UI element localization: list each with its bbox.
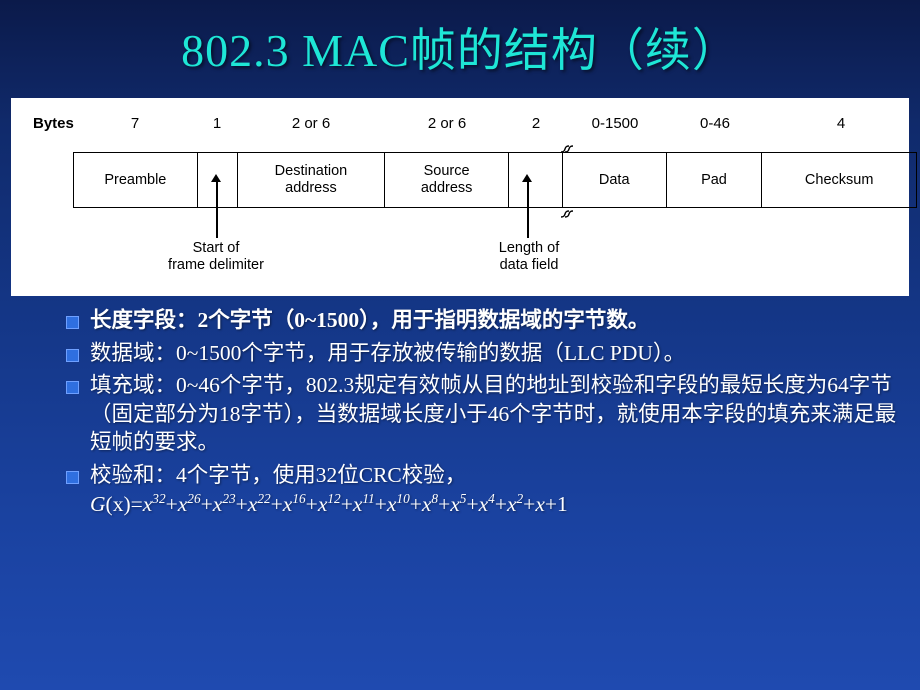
list-item: 校验和：4个字节，使用32位CRC校验， G(x)=x32+x26+x23+x2… — [52, 461, 908, 518]
byte-count-source: 2 or 6 — [427, 115, 467, 132]
callout-sfd-line1: Start of — [192, 240, 240, 256]
byte-count-sfd: 1 — [212, 115, 222, 132]
bullet-list: 长度字段：2个字节（0~1500），用于指明数据域的字节数。 数据域：0~150… — [52, 306, 908, 522]
field-data: Data — [563, 153, 667, 207]
bullet-marker-icon — [66, 316, 79, 329]
break-mark-top-icon — [560, 145, 574, 153]
length-callout-line — [527, 182, 529, 238]
byte-count-length: 2 — [531, 115, 541, 132]
byte-count-preamble: 7 — [130, 115, 140, 132]
field-pad-label: Pad — [701, 171, 727, 188]
field-destination-address: Destination address — [238, 153, 386, 207]
formula-lead: G — [90, 491, 106, 516]
formula-terms: x32+x26+x23+x22+x16+x12+x11+x10+x8+x5+x4… — [142, 490, 568, 516]
frame-structure-figure: Bytes 7 1 2 or 6 2 or 6 2 0-1500 0-46 4 … — [11, 98, 917, 296]
list-item-text: 数据域：0~1500个字节，用于存放被传输的数据（LLC PDU）。 — [90, 340, 686, 365]
field-source-line2: address — [420, 180, 473, 196]
field-data-label: Data — [598, 171, 630, 188]
callout-sfd-line2: frame delimiter — [168, 257, 264, 274]
callout-length-line1: Length of — [498, 240, 560, 256]
byte-count-checksum: 4 — [836, 115, 846, 132]
page-title: 802.3 MAC帧的结构（续） — [181, 25, 739, 76]
bytes-label: Bytes — [33, 115, 74, 132]
byte-count-destination: 2 or 6 — [291, 115, 331, 132]
list-item: 长度字段：2个字节（0~1500），用于指明数据域的字节数。 — [52, 306, 908, 335]
field-destination-line2: address — [285, 180, 337, 196]
field-source-line1: Source — [423, 163, 470, 180]
field-destination-line1: Destination — [274, 163, 348, 180]
field-pad: Pad — [667, 153, 763, 207]
frame-field-row: Preamble Destination address Source addr… — [73, 152, 917, 208]
bullet-marker-icon — [66, 470, 79, 484]
field-checksum-label: Checksum — [804, 171, 874, 188]
field-length — [509, 153, 563, 207]
callout-length-of-data-field: Length of data field — [454, 240, 604, 275]
list-item-text: 填充域：0~46个字节，802.3规定有效帧从目的地址到校验和字段的最短长度为6… — [90, 373, 897, 455]
list-item: 数据域：0~1500个字节，用于存放被传输的数据（LLC PDU）。 — [52, 339, 908, 368]
callout-start-of-frame-delimiter: Start of frame delimiter — [141, 240, 291, 275]
list-item-text: 校验和：4个字节，使用32位CRC校验， — [90, 462, 467, 487]
bullet-marker-icon — [66, 381, 79, 395]
crc-polynomial-formula: G(x)=x32+x26+x23+x22+x16+x12+x11+x10+x8+… — [90, 490, 568, 516]
break-mark-bottom-icon — [560, 210, 574, 218]
byte-count-data: 0-1500 — [591, 115, 639, 132]
sfd-callout-arrow-icon — [211, 174, 221, 182]
field-source-address: Source address — [385, 153, 509, 207]
callout-length-line2: data field — [499, 257, 559, 274]
field-preamble-label: Preamble — [104, 171, 167, 188]
byte-count-pad: 0-46 — [699, 115, 731, 132]
sfd-callout-line — [216, 182, 218, 238]
field-preamble: Preamble — [74, 153, 198, 207]
length-callout-arrow-icon — [522, 174, 532, 182]
list-item: 填充域：0~46个字节，802.3规定有效帧从目的地址到校验和字段的最短长度为6… — [52, 371, 908, 457]
bullet-marker-icon — [66, 348, 79, 362]
list-item-text: 长度字段：2个字节（0~1500），用于指明数据域的字节数。 — [90, 308, 650, 332]
field-checksum: Checksum — [762, 153, 916, 207]
formula-open: (x)= — [105, 491, 143, 516]
